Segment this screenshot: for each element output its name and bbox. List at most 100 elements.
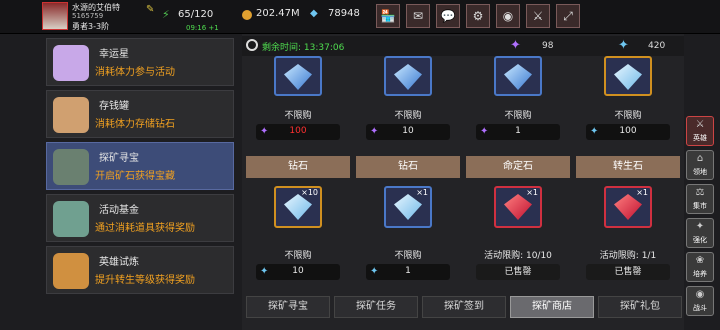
price-value: 10: [402, 126, 414, 136]
menu-item-3[interactable]: 活动基金通过消耗道具获得奖励: [46, 194, 234, 242]
menu-item-title: 探矿寻宝: [99, 153, 139, 164]
price-button[interactable]: ✦ 1: [366, 264, 450, 280]
nav-enhance[interactable]: ✦ 强化: [686, 218, 714, 248]
crystal-icon: [504, 64, 532, 90]
menu-item-desc: 消耗体力参与活动: [95, 67, 175, 78]
menu-item-1[interactable]: 存钱罐消耗体力存储钻石: [46, 90, 234, 138]
price-button[interactable]: ✦ 10: [256, 264, 340, 280]
tab-1[interactable]: 探矿任务: [334, 296, 418, 318]
item-box[interactable]: [274, 56, 322, 96]
fullscreen-icon[interactable]: ⤢: [556, 4, 580, 28]
shop-icon[interactable]: 🏪: [376, 4, 400, 28]
enhance-icon: ✦: [695, 221, 705, 232]
price-value: 10: [292, 266, 304, 276]
stone-icon: [614, 194, 642, 220]
nav-label: 英雄: [693, 134, 707, 142]
player-id: 5165759: [72, 12, 104, 20]
diamond-icon: ◆: [310, 8, 318, 19]
market-icon: ⚖: [695, 187, 705, 198]
purchase-limit: 不限购: [394, 111, 422, 121]
menu-item-4[interactable]: 英雄试炼提升转生等级获得奖励: [46, 246, 234, 294]
item-quantity: ×1: [416, 188, 428, 197]
purchase-limit: 不限购: [394, 251, 422, 261]
purchase-limit: 不限购: [284, 111, 312, 121]
diamond-balance: 78948: [328, 8, 360, 19]
purchase-limit: 不限购: [284, 251, 312, 261]
menu-item-desc: 消耗体力存储钻石: [95, 119, 175, 130]
tab-3[interactable]: 探矿商店: [510, 296, 594, 318]
tool-icon[interactable]: ⚔: [526, 4, 550, 28]
price-button[interactable]: ✦ 1: [476, 124, 560, 140]
tab-bar: 探矿寻宝 探矿任务 探矿签到 探矿商店 探矿礼包: [246, 296, 686, 320]
sold-out-label: 已售罄: [476, 264, 560, 280]
item-name: 转生石: [576, 156, 680, 178]
avatar[interactable]: [42, 2, 68, 30]
item-name: 钻石: [356, 156, 460, 178]
coin-icon: [242, 10, 252, 20]
item-name: 命定石: [466, 156, 570, 178]
remaining-time: 剩余时间: 13:37:06: [262, 43, 345, 53]
gear-icon[interactable]: ⚙: [466, 4, 490, 28]
stamina-value: 65/120: [178, 9, 214, 20]
time-bar: 剩余时间: 13:37:06 ✦ 98 ✦ 420: [242, 36, 684, 56]
coin-balance: 202.47M: [256, 8, 300, 19]
price-button[interactable]: ✦ 100: [256, 124, 340, 140]
purple-crystal-count: 98: [542, 41, 554, 51]
menu-item-desc: 提升转生等级获得奖励: [95, 275, 195, 286]
nav-battle[interactable]: ◉ 战斗: [686, 286, 714, 316]
menu-item-0[interactable]: 幸运星消耗体力参与活动: [46, 38, 234, 86]
item-box[interactable]: ×1: [494, 186, 542, 228]
item-quantity: ×10: [301, 188, 318, 197]
item-box[interactable]: ×10: [274, 186, 322, 228]
mail-icon[interactable]: ✉: [406, 4, 430, 28]
blue-crystal-count: 420: [648, 41, 666, 51]
purchase-limit: 活动限购: 10/10: [484, 251, 552, 261]
item-name: 钻石: [246, 156, 350, 178]
hero-icon: ⚔: [695, 119, 705, 130]
menu-item-title: 存钱罐: [99, 101, 129, 112]
nav-market[interactable]: ⚖ 集市: [686, 184, 714, 214]
price-value: 100: [619, 126, 637, 136]
purchase-limit: 不限购: [504, 111, 532, 121]
menu-item-desc: 通过消耗道具获得奖励: [95, 223, 195, 234]
item-box[interactable]: [494, 56, 542, 96]
menu-item-title: 幸运星: [99, 49, 129, 60]
edit-icon[interactable]: ✎: [146, 4, 154, 15]
nav-label: 培养: [693, 270, 707, 278]
item-box[interactable]: [604, 56, 652, 96]
menu-item-icon: [53, 253, 89, 289]
sold-out-label: 已售罄: [586, 264, 670, 280]
tab-0[interactable]: 探矿寻宝: [246, 296, 330, 318]
nav-hero[interactable]: ⚔ 英雄: [686, 116, 714, 146]
item-quantity: ×1: [526, 188, 538, 197]
item-box[interactable]: ×1: [604, 186, 652, 228]
item-quantity: ×1: [636, 188, 648, 197]
stamina-timer: 09:16 +1: [186, 24, 219, 32]
nav-territory[interactable]: ⌂ 领地: [686, 150, 714, 180]
stamina-icon: ⚡: [162, 8, 170, 21]
train-icon: ❀: [695, 255, 705, 266]
menu-item-icon: [53, 45, 89, 81]
menu-item-title: 英雄试炼: [99, 257, 139, 268]
crystal-icon: [614, 64, 642, 90]
diamond-icon: [394, 194, 422, 220]
territory-icon: ⌂: [696, 153, 704, 164]
purple-crystal-icon: ✦: [510, 38, 521, 53]
price-button[interactable]: ✦ 100: [586, 124, 670, 140]
chat-icon[interactable]: 💬: [436, 4, 460, 28]
color-wheel-icon[interactable]: ◉: [496, 4, 520, 28]
menu-item-2[interactable]: 探矿寻宝 开启矿石获得宝藏: [46, 142, 234, 190]
diamond-icon: [284, 194, 312, 220]
battle-icon: ◉: [695, 289, 705, 300]
item-box[interactable]: [384, 56, 432, 96]
tab-4[interactable]: 探矿礼包: [598, 296, 682, 318]
nav-train[interactable]: ❀ 培养: [686, 252, 714, 282]
item-box[interactable]: ×1: [384, 186, 432, 228]
menu-item-title: 活动基金: [99, 205, 139, 216]
menu-item-icon: [53, 97, 89, 133]
blue-crystal-icon: ✦: [618, 38, 629, 53]
player-rank: 勇者3-3阶: [72, 22, 110, 31]
price-button[interactable]: ✦ 10: [366, 124, 450, 140]
price-value: 1: [515, 126, 521, 136]
tab-2[interactable]: 探矿签到: [422, 296, 506, 318]
